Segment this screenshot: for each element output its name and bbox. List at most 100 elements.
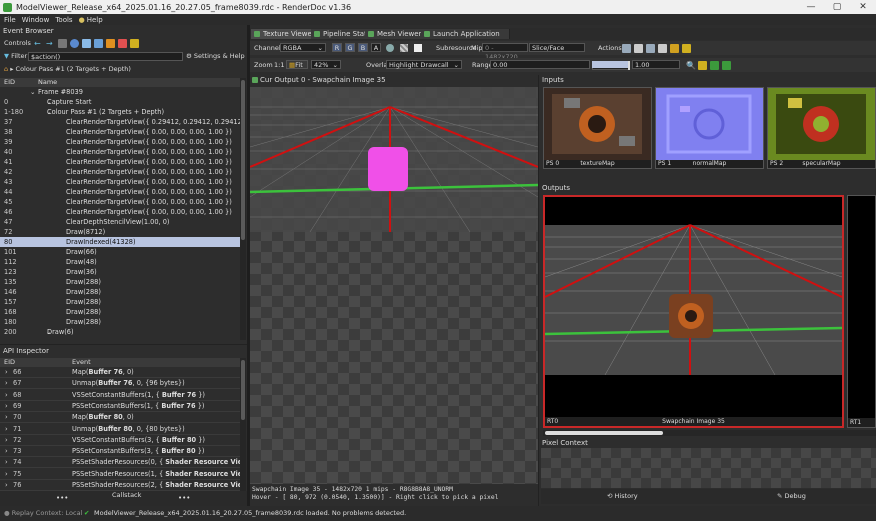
range-min-input[interactable]: 0.00 — [490, 60, 590, 69]
goto-location-icon[interactable] — [646, 44, 655, 53]
minimize-button[interactable]: — — [800, 0, 822, 14]
dots-right-button[interactable]: ••• — [178, 494, 190, 502]
mip-select[interactable]: 0 - 1482x720 — [482, 43, 528, 61]
maximize-button[interactable]: ▢ — [826, 0, 848, 14]
open-texture-icon[interactable] — [634, 44, 643, 53]
event-row[interactable]: 180 Draw(288) — [0, 317, 240, 327]
tab-launch-application[interactable]: Launch Application — [421, 29, 510, 39]
event-row[interactable]: 39 ClearRenderTargetView({ 0.00, 0.00, 0.… — [0, 137, 240, 147]
star-icon[interactable] — [130, 39, 139, 48]
checkerboard-icon[interactable] — [400, 44, 408, 52]
expand-chevron-icon[interactable]: › — [5, 390, 8, 400]
expand-chevron-icon[interactable]: › — [5, 401, 8, 411]
expand-chevron-icon[interactable]: › — [5, 446, 8, 456]
expand-toggle-icon[interactable]: ⌄ — [30, 87, 36, 97]
expand-chevron-icon[interactable]: › — [5, 457, 8, 467]
api-event-row[interactable]: › 76 PSSetShaderResources(2, { Shader Reso… — [0, 480, 240, 491]
event-row[interactable]: 72 Draw(8712) — [0, 227, 240, 237]
histogram-icon[interactable] — [722, 61, 731, 70]
bookmark-icon[interactable] — [118, 39, 127, 48]
filter-input[interactable]: $action() — [28, 52, 183, 61]
slice-face-select[interactable]: Slice/Face — [529, 43, 585, 52]
outputs-scrollbar[interactable] — [543, 430, 876, 436]
range-slider-handle[interactable] — [628, 61, 630, 70]
event-row[interactable]: 38 ClearRenderTargetView({ 0.00, 0.00, 0.… — [0, 127, 240, 137]
lock-icon[interactable] — [670, 44, 679, 53]
channels-select[interactable]: RGBA ⌄ — [280, 43, 326, 52]
api-event-row[interactable]: › 69 PSSetConstantBuffers(1, { Buffer 76 }… — [0, 401, 240, 412]
close-button[interactable]: ✕ — [852, 0, 874, 14]
debug-button[interactable]: ✎ Debug — [777, 492, 806, 500]
expand-chevron-icon[interactable]: › — [5, 424, 8, 434]
api-event-row[interactable]: › 73 PSSetConstantBuffers(3, { Buffer 80 }… — [0, 446, 240, 458]
overlay-select[interactable]: Highlight Drawcall ⌄ — [386, 60, 462, 69]
event-row[interactable]: 41 ClearRenderTargetView({ 0.00, 0.00, 0.… — [0, 157, 240, 167]
menu-tools[interactable]: Tools — [55, 16, 72, 24]
output-thumbnail-rt1[interactable]: RT1 — [847, 195, 876, 428]
settings-star-icon[interactable] — [682, 44, 691, 53]
event-list-scrollbar[interactable] — [240, 78, 246, 340]
api-event-row[interactable]: › 72 VSSetConstantBuffers(3, { Buffer 80 }… — [0, 435, 240, 446]
api-event-row[interactable]: › 68 VSSetConstantBuffers(1, { Buffer 76 }… — [0, 390, 240, 401]
expand-chevron-icon[interactable]: › — [5, 480, 8, 490]
arrow-left-icon[interactable]: ← — [34, 39, 43, 48]
outputs-scroll-thumb[interactable] — [545, 431, 663, 435]
breadcrumb[interactable]: ⌂ ▸ Colour Pass #1 (2 Targets + Depth) — [4, 65, 131, 74]
auto-fit-icon[interactable] — [698, 61, 707, 70]
input-thumbnail-texturemap[interactable]: PS 0 textureMap — [543, 87, 652, 169]
reset-range-icon[interactable] — [710, 61, 719, 70]
event-row[interactable]: ⌄ 1-180 Colour Pass #1 (2 Targets + Depth… — [0, 107, 240, 117]
menu-file[interactable]: File — [4, 16, 16, 24]
menu-window[interactable]: Window — [22, 16, 50, 24]
api-event-row[interactable]: › 75 PSSetShaderResources(1, { Shader Reso… — [0, 469, 240, 480]
event-row[interactable]: 40 ClearRenderTargetView({ 0.00, 0.00, 0.… — [0, 147, 240, 157]
api-event-row[interactable]: › 66 Map(Buffer 76, 0) — [0, 367, 240, 378]
input-thumbnail-normalmap[interactable]: PS 1 normalMap — [655, 87, 764, 169]
event-row[interactable]: ⌄ Frame #8039 — [0, 87, 240, 97]
settings-help-button[interactable]: ⚙ Settings & Help — [186, 52, 245, 61]
event-row[interactable]: 123 Draw(36) — [0, 267, 240, 277]
timeline-icon[interactable] — [70, 39, 79, 48]
event-list-scroll-thumb[interactable] — [241, 80, 245, 240]
swapchain-image-canvas[interactable] — [250, 87, 538, 484]
channel-g-toggle[interactable]: G — [345, 43, 355, 52]
api-event-row[interactable]: › 74 PSSetShaderResources(0, { Shader Reso… — [0, 457, 240, 469]
channel-a-toggle[interactable]: A — [371, 43, 381, 52]
gear-icon[interactable] — [106, 39, 115, 48]
fit-button[interactable]: ▦Fit — [286, 60, 308, 69]
menu-help[interactable]: Help — [87, 16, 103, 24]
event-row[interactable]: ⌄ 0 Capture Start — [0, 97, 240, 107]
zoom-1to1-button[interactable]: 1:1 — [274, 61, 284, 70]
event-row[interactable]: 46 ClearRenderTargetView({ 0.00, 0.00, 0.… — [0, 207, 240, 217]
channel-b-toggle[interactable]: B — [358, 43, 368, 52]
history-button[interactable]: ⟲ History — [607, 492, 638, 500]
event-row[interactable]: 135 Draw(288) — [0, 277, 240, 287]
dots-left-button[interactable]: ••• — [56, 494, 68, 502]
callstack-label[interactable]: Callstack — [112, 491, 141, 499]
zoom-in-icon[interactable]: 🔍 — [686, 61, 696, 70]
api-event-row[interactable]: › 70 Map(Buffer 80, 0) — [0, 412, 240, 424]
zoom-select[interactable]: 42% ⌄ — [311, 60, 341, 69]
api-event-row[interactable]: › 67 Unmap(Buffer 76, 0, {96 bytes}) — [0, 378, 240, 390]
pixel-context-view[interactable] — [541, 448, 876, 488]
event-row[interactable]: 43 ClearRenderTargetView({ 0.00, 0.00, 0.… — [0, 177, 240, 187]
expand-chevron-icon[interactable]: › — [5, 378, 8, 388]
event-row[interactable]: 101 Draw(66) — [0, 247, 240, 257]
expand-chevron-icon[interactable]: › — [5, 412, 8, 422]
event-row[interactable]: ⌄ 200 Draw(6) — [0, 327, 240, 337]
event-row[interactable]: 80 DrawIndexed(41328) — [0, 237, 240, 247]
range-max-input[interactable]: 1.00 — [632, 60, 680, 69]
event-row[interactable]: 45 ClearRenderTargetView({ 0.00, 0.00, 0.… — [0, 197, 240, 207]
api-list-scroll-thumb[interactable] — [241, 360, 245, 420]
output-thumbnail-rt0[interactable]: RT0 Swapchain Image 35 — [543, 195, 844, 428]
filter-icon[interactable] — [94, 39, 103, 48]
event-row[interactable]: 168 Draw(288) — [0, 307, 240, 317]
event-row[interactable]: 47 ClearDepthStencilView(1.00, 0) — [0, 217, 240, 227]
channel-r-toggle[interactable]: R — [332, 43, 342, 52]
binoculars-icon[interactable] — [58, 39, 67, 48]
statistics-icon[interactable] — [82, 39, 91, 48]
view-texture-icon[interactable] — [658, 44, 667, 53]
expand-chevron-icon[interactable]: › — [5, 435, 8, 445]
event-row[interactable]: 44 ClearRenderTargetView({ 0.00, 0.00, 0.… — [0, 187, 240, 197]
backcolor-icon[interactable] — [414, 44, 422, 52]
